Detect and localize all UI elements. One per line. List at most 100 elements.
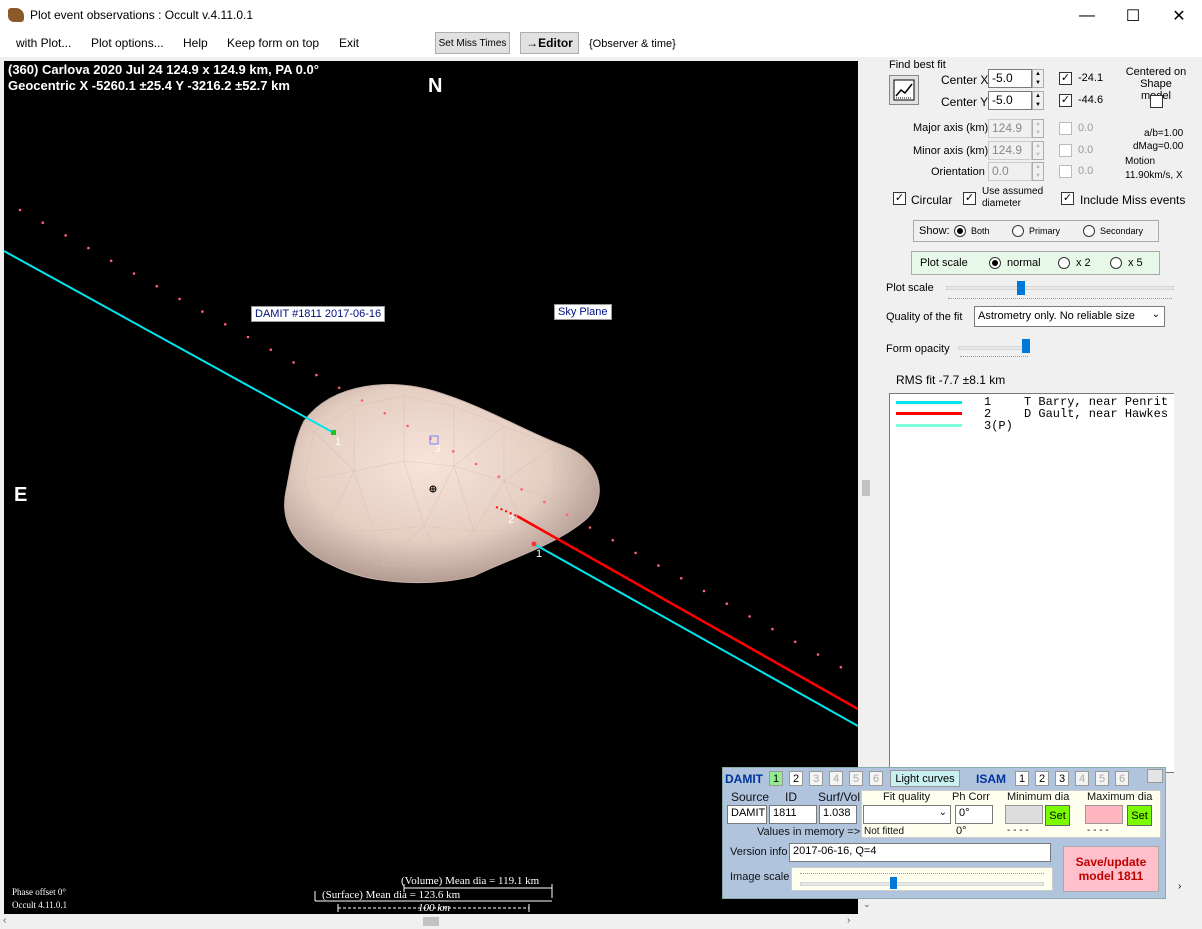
min-dia-field[interactable] — [1005, 805, 1043, 824]
damit-num-5[interactable]: 5 — [849, 771, 863, 786]
minor-axis-spinner[interactable]: ▲ ▼ — [1032, 141, 1044, 160]
minor-axis-input[interactable]: 124.9 — [988, 141, 1032, 160]
vertical-scroll-thumb[interactable] — [862, 480, 870, 496]
max-dia-field[interactable] — [1085, 805, 1123, 824]
min-dia-set-button[interactable]: Set — [1045, 805, 1070, 826]
isam-num-4[interactable]: 4 — [1075, 771, 1089, 786]
damit-num-1[interactable]: 1 — [769, 771, 783, 786]
damit-panel-toggle[interactable] — [1147, 769, 1163, 783]
damit-num-3[interactable]: 3 — [809, 771, 823, 786]
legend-swatch-1 — [896, 401, 962, 404]
editor-button[interactable]: →Editor — [520, 32, 579, 54]
isam-num-1[interactable]: 1 — [1015, 771, 1029, 786]
show-label: Show: — [919, 225, 950, 237]
show-primary-radio[interactable] — [1012, 225, 1024, 237]
path-dot — [246, 335, 250, 339]
damit-num-4[interactable]: 4 — [829, 771, 843, 786]
include-miss-checkbox[interactable]: ✓ — [1061, 192, 1074, 205]
quality-value: Astrometry only. No reliable size — [978, 310, 1135, 322]
asteroid-shape — [284, 384, 600, 584]
max-dia-set-button[interactable]: Set — [1127, 805, 1152, 826]
center-x-checkbox[interactable]: ✓ — [1059, 72, 1072, 85]
scale-normal-radio[interactable] — [989, 257, 1001, 269]
close-button[interactable]: ✕ — [1156, 0, 1202, 31]
center-y-spinner[interactable]: ▲ ▼ — [1032, 91, 1044, 110]
scroll-down-icon[interactable]: ⌄ — [863, 899, 871, 910]
orientation-spinner[interactable]: ▲ ▼ — [1032, 162, 1044, 181]
centered-on-shape-checkbox[interactable] — [1150, 95, 1163, 108]
dmag: dMag=0.00 — [1133, 141, 1184, 152]
minor-axis-checkbox[interactable] — [1059, 144, 1072, 157]
find-best-fit-button[interactable] — [889, 75, 919, 105]
set-miss-times-button[interactable]: Set Miss Times — [435, 32, 510, 54]
circular-checkbox[interactable]: ✓ — [893, 192, 906, 205]
major-axis-checkbox[interactable] — [1059, 122, 1072, 135]
plot-scale-slider-track[interactable] — [946, 286, 1174, 290]
menu-exit[interactable]: Exit — [339, 36, 359, 50]
show-both-radio[interactable] — [954, 225, 966, 237]
center-x-spinner[interactable]: ▲ ▼ — [1032, 69, 1044, 88]
observer-time-link[interactable]: {Observer & time} — [589, 38, 676, 50]
legend-scrollbar[interactable]: › — [1174, 393, 1190, 899]
path-dot — [201, 310, 204, 313]
scroll-left-icon[interactable]: ‹ — [3, 915, 6, 926]
chord-label-3: 3 — [435, 444, 441, 455]
path-dot — [702, 589, 706, 593]
menu-keep-on-top[interactable]: Keep form on top — [227, 36, 319, 50]
damit-num-2[interactable]: 2 — [789, 771, 803, 786]
circular-label: Circular — [911, 193, 953, 207]
menu-plot-options[interactable]: Plot options... — [91, 36, 164, 50]
ph-corr-field[interactable]: 0° — [955, 805, 993, 824]
path-dot — [155, 284, 159, 288]
image-scale-track[interactable] — [800, 882, 1044, 886]
isam-num-6[interactable]: 6 — [1115, 771, 1129, 786]
legend-scroll-right-icon[interactable]: › — [1178, 881, 1181, 892]
scale-x2-radio[interactable] — [1058, 257, 1070, 269]
path-dot — [611, 538, 615, 542]
path-dot — [315, 373, 318, 377]
phase-offset: Phase offset 0° — [12, 887, 66, 897]
center-y-input[interactable]: -5.0 — [988, 91, 1032, 110]
show-secondary-radio[interactable] — [1083, 225, 1095, 237]
isam-num-2[interactable]: 2 — [1035, 771, 1049, 786]
path-dot — [64, 234, 67, 237]
save-update-button[interactable]: Save/update model 1811 — [1063, 846, 1159, 892]
find-best-fit-label: Find best fit — [889, 59, 946, 71]
surfvol-field[interactable]: 1.038 — [819, 805, 857, 824]
fit-quality-select[interactable]: ⌄ — [863, 805, 951, 824]
isam-num-5[interactable]: 5 — [1095, 771, 1109, 786]
light-curves-button[interactable]: Light curves — [890, 770, 960, 787]
major-axis-spinner[interactable]: ▲ ▼ — [1032, 119, 1044, 138]
menu-with-plot[interactable]: with Plot... — [16, 36, 71, 50]
use-assumed-checkbox[interactable]: ✓ — [963, 192, 976, 205]
orientation-input[interactable]: 0.0 — [988, 162, 1032, 181]
path-dot — [474, 462, 478, 466]
opacity-slider-thumb[interactable] — [1022, 339, 1031, 353]
minimize-button[interactable]: — — [1064, 0, 1110, 31]
major-axis-input[interactable]: 124.9 — [988, 119, 1032, 138]
version-info-field[interactable]: 2017-06-16, Q=4 — [789, 843, 1051, 862]
quality-select[interactable]: Astrometry only. No reliable size ⌄ — [974, 306, 1165, 327]
opacity-slider-track[interactable] — [958, 346, 1030, 350]
image-scale-slider[interactable] — [791, 867, 1053, 891]
damit-num-6[interactable]: 6 — [869, 771, 883, 786]
legend-num-3: 3(P) — [984, 419, 1013, 433]
image-scale-thumb[interactable] — [889, 877, 897, 889]
show-both-label: Both — [971, 226, 990, 236]
orientation-checkbox[interactable] — [1059, 165, 1072, 178]
scale-x5-radio[interactable] — [1110, 257, 1122, 269]
center-y-checkbox[interactable]: ✓ — [1059, 94, 1072, 107]
scroll-right-icon[interactable]: › — [847, 915, 850, 926]
source-field[interactable]: DAMIT — [727, 805, 767, 824]
center-x-input[interactable]: -5.0 — [988, 69, 1032, 88]
horizontal-scrollbar[interactable]: ‹ › — [0, 914, 858, 929]
menu-help[interactable]: Help — [183, 36, 208, 50]
plot-scale-slider-thumb[interactable] — [1017, 281, 1026, 295]
horizontal-scroll-thumb[interactable] — [423, 917, 439, 926]
path-dot — [543, 500, 546, 504]
maximize-button[interactable]: ☐ — [1110, 0, 1156, 31]
path-dot — [109, 259, 113, 263]
id-field[interactable]: 1811 — [769, 805, 817, 824]
isam-num-3[interactable]: 3 — [1055, 771, 1069, 786]
plot-header-2: Geocentric X -5260.1 ±25.4 Y -3216.2 ±52… — [8, 78, 290, 93]
